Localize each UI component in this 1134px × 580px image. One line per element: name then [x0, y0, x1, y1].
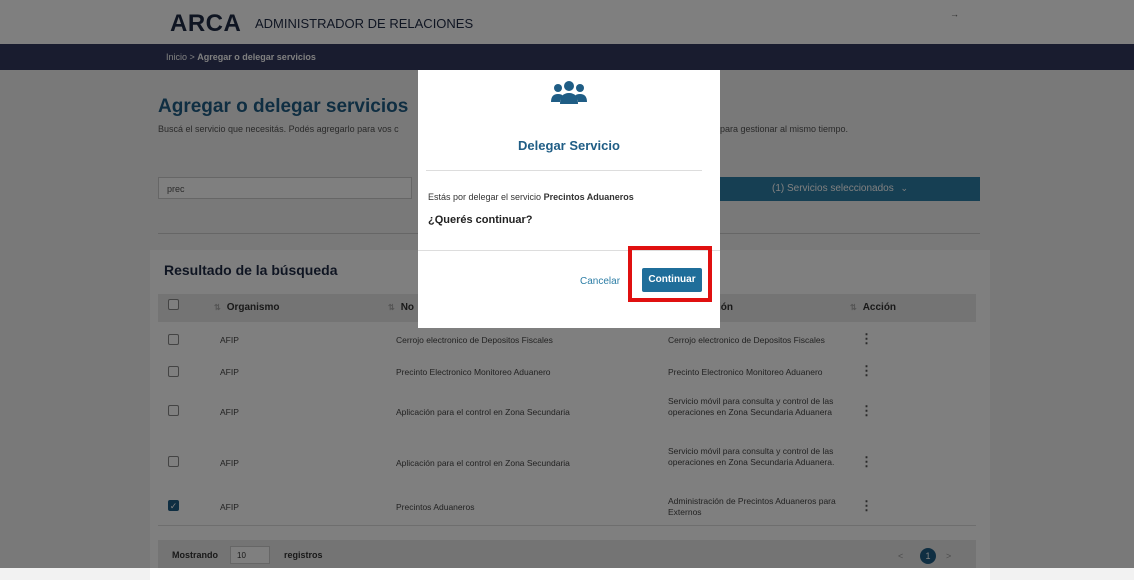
- modal-divider: [426, 170, 702, 171]
- users-icon: [551, 81, 587, 104]
- cancel-button[interactable]: Cancelar: [580, 276, 620, 287]
- highlight-box: [628, 246, 712, 302]
- modal-question: ¿Querés continuar?: [428, 214, 533, 226]
- modal-title: Delegar Servicio: [518, 138, 620, 153]
- modal-message: Estás por delegar el servicio Precintos …: [428, 192, 634, 202]
- modal-service-name: Precintos Aduaneros: [543, 192, 634, 202]
